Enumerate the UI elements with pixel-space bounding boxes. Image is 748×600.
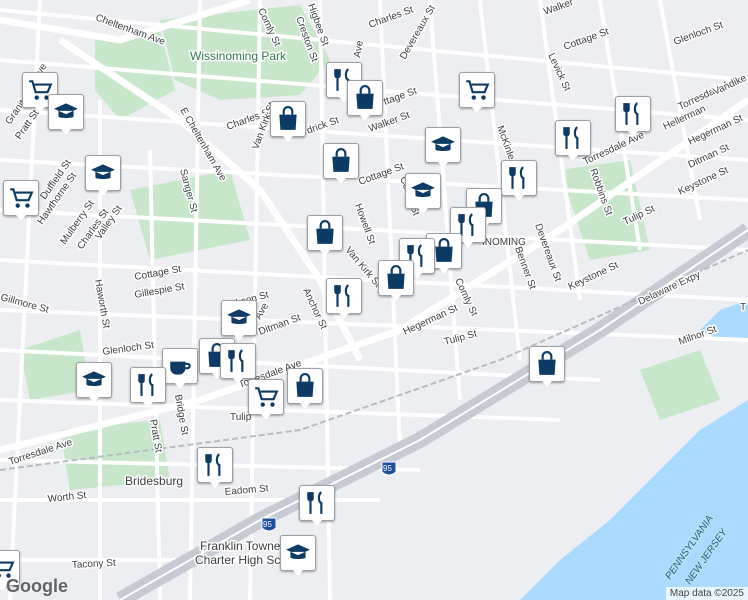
svg-text:95: 95 — [263, 520, 272, 529]
label-wissinoming-park: Wissinoming Park — [190, 49, 287, 63]
label-franklin-towne: Franklin Towne — [200, 539, 281, 553]
graduation-cap-icon[interactable] — [48, 94, 84, 135]
shopping-bag-icon[interactable] — [323, 143, 359, 184]
graduation-cap-icon[interactable] — [405, 173, 441, 214]
fork-knife-icon[interactable] — [326, 278, 362, 319]
graduation-cap-icon[interactable] — [280, 535, 316, 576]
cart-icon[interactable] — [3, 180, 39, 221]
cart-icon[interactable] — [459, 72, 495, 113]
svg-text:95: 95 — [383, 464, 392, 473]
map-attribution[interactable]: Map data ©2025 — [665, 587, 748, 600]
cart-icon[interactable] — [248, 379, 284, 420]
label-tacony-st: Tacony St — [72, 558, 117, 571]
coffee-cup-icon[interactable] — [162, 348, 198, 389]
fork-knife-icon[interactable] — [501, 160, 537, 201]
graduation-cap-icon[interactable] — [76, 362, 112, 403]
shopping-bag-icon[interactable] — [529, 346, 565, 387]
fork-knife-icon[interactable] — [130, 367, 166, 408]
fork-knife-icon[interactable] — [615, 96, 651, 137]
i95-shield-2: 95 — [261, 517, 277, 532]
google-logo[interactable]: Google — [6, 576, 68, 597]
fork-knife-icon[interactable] — [555, 120, 591, 161]
shopping-bag-icon[interactable] — [307, 215, 343, 256]
graduation-cap-icon[interactable] — [85, 155, 121, 196]
i95-shield-1: 95 — [381, 461, 397, 476]
fork-knife-icon[interactable] — [299, 485, 335, 526]
fork-knife-icon[interactable] — [220, 343, 256, 384]
shopping-bag-icon[interactable] — [270, 101, 306, 142]
fork-knife-icon[interactable] — [197, 447, 233, 488]
shopping-bag-icon[interactable] — [287, 368, 323, 409]
graduation-cap-icon[interactable] — [221, 300, 257, 341]
graduation-cap-icon[interactable] — [425, 127, 461, 168]
shopping-bag-icon[interactable] — [378, 260, 414, 301]
label-t-edge: T — [740, 302, 746, 313]
label-bridesburg: Bridesburg — [125, 474, 183, 488]
shopping-bag-icon[interactable] — [347, 80, 383, 121]
